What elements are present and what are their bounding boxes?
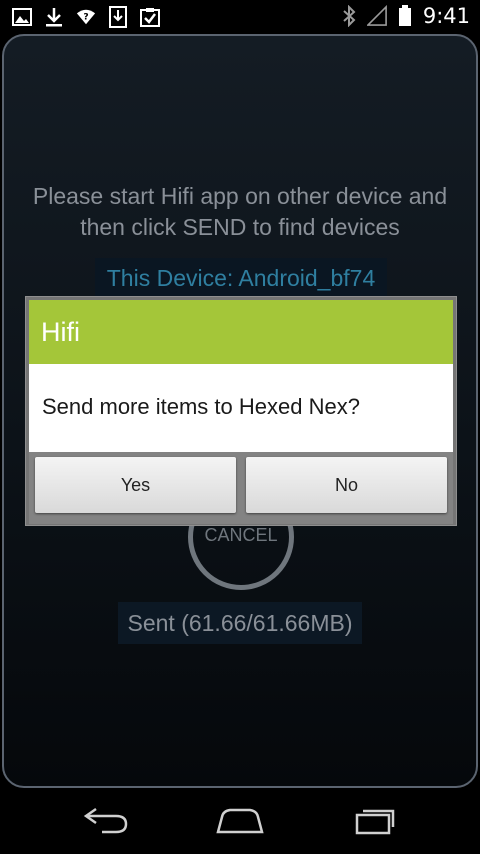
instruction-line-1: Please start Hifi app on other device an… — [32, 183, 448, 209]
device-label: This Device: Android_bf74 — [95, 258, 387, 298]
home-icon — [214, 805, 266, 839]
status-bar: ? 9:41 — [0, 0, 480, 34]
download-icon — [44, 6, 64, 28]
navigation-bar — [0, 790, 480, 854]
dialog-body: Send more items to Hexed Nex? — [29, 364, 453, 452]
recents-button[interactable] — [345, 800, 405, 844]
confirm-dialog: Hifi Send more items to Hexed Nex? Yes N… — [25, 296, 457, 526]
bluetooth-icon — [339, 5, 359, 27]
sd-download-icon — [108, 6, 128, 28]
instruction-line-2: then click SEND to find devices — [80, 214, 400, 240]
battery-icon — [395, 5, 415, 27]
image-icon — [12, 6, 32, 28]
home-button[interactable] — [210, 800, 270, 844]
sent-status: Sent (61.66/61.66MB) — [118, 602, 362, 644]
signal-icon — [366, 5, 387, 27]
recents-icon — [351, 805, 399, 839]
back-icon — [82, 805, 130, 839]
back-button[interactable] — [76, 800, 136, 844]
dialog-button-bar: Yes No — [29, 452, 453, 524]
dialog-title: Hifi — [29, 300, 453, 364]
instructions-text: Please start Hifi app on other device an… — [14, 181, 466, 243]
cancel-label: CANCEL — [204, 525, 278, 545]
svg-text:?: ? — [83, 13, 88, 23]
clock: 9:41 — [422, 4, 470, 28]
clipboard-check-icon — [140, 6, 160, 28]
yes-button[interactable]: Yes — [35, 457, 236, 513]
no-button[interactable]: No — [246, 457, 447, 513]
wifi-help-icon: ? — [76, 6, 96, 28]
dialog-message: Send more items to Hexed Nex? — [42, 394, 360, 419]
